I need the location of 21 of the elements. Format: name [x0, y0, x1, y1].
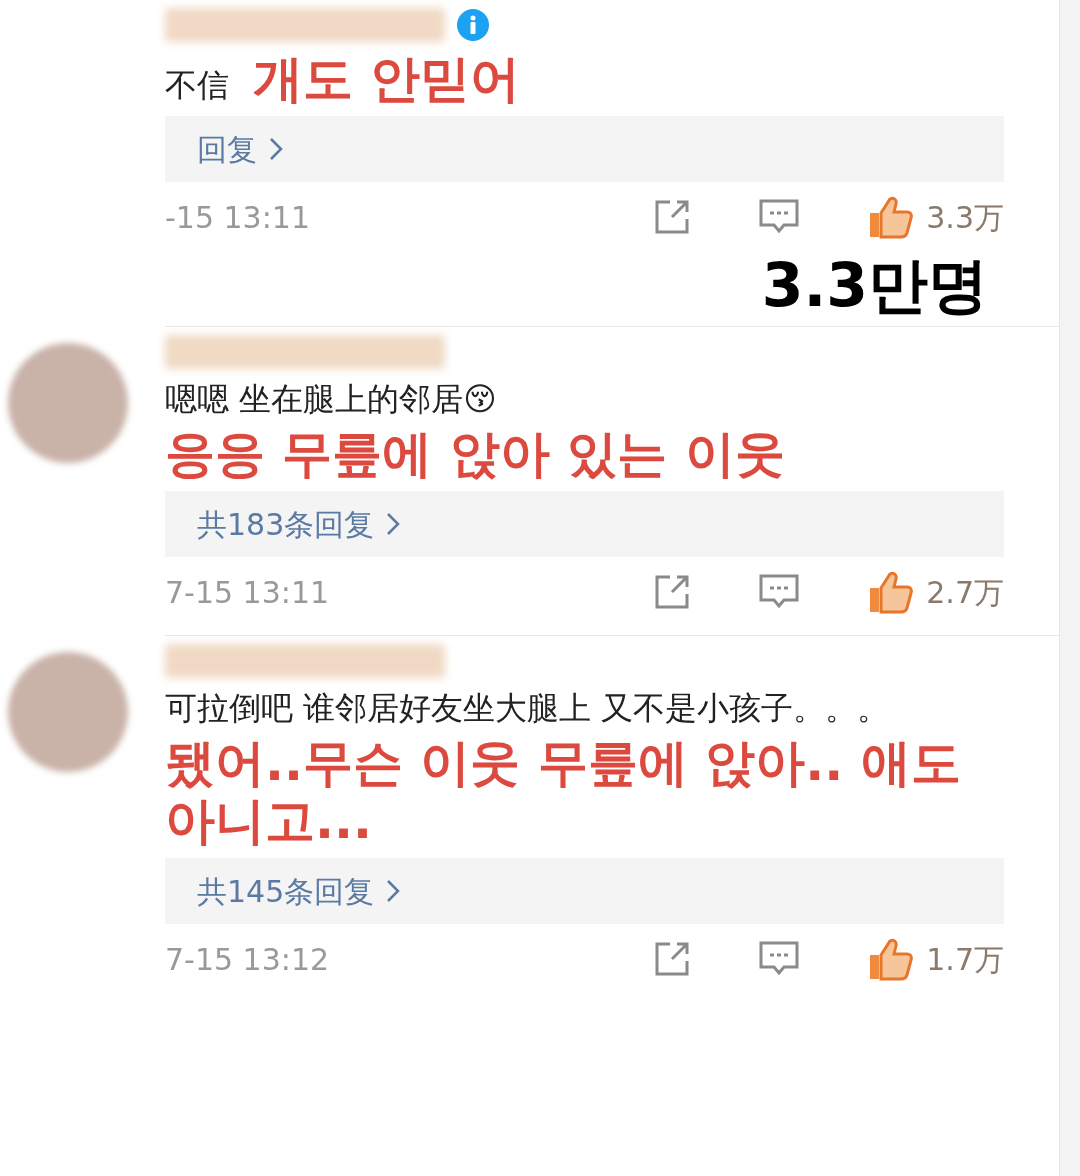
timestamp: -15 13:11	[165, 198, 311, 237]
translation-note: 응응 무릎에 앉아 있는 이웃	[165, 425, 786, 483]
translation-note: 개도 안믿어	[253, 50, 521, 108]
avatar[interactable]	[8, 343, 128, 463]
annotation-text: 3.3만명	[761, 252, 989, 318]
like-count: 1.7万	[926, 940, 1004, 979]
chevron-right-icon	[386, 879, 401, 903]
comment-text: 可拉倒吧 谁邻居好友坐大腿上 又不是小孩子。。。	[165, 688, 891, 729]
like-count: 3.3万	[926, 198, 1004, 237]
replies-link[interactable]: 共183条回复	[197, 501, 401, 547]
timestamp: 7-15 13:11	[165, 573, 331, 612]
comment-text: 嗯嗯 坐在腿上的邻居😚	[165, 379, 498, 420]
chevron-right-icon	[269, 137, 283, 161]
chevron-right-icon	[386, 512, 401, 536]
replies-link[interactable]: 回复	[197, 126, 283, 172]
timestamp: 7-15 13:12	[165, 940, 331, 979]
translation-note: 됐어..무슨 이웃 무릎에 앉아.. 애도 아니고...	[165, 734, 962, 850]
comment-text: 不信	[165, 65, 229, 106]
like-count: 2.7万	[926, 573, 1004, 612]
avatar[interactable]	[8, 652, 128, 772]
replies-link[interactable]: 共145条回复	[197, 868, 401, 914]
